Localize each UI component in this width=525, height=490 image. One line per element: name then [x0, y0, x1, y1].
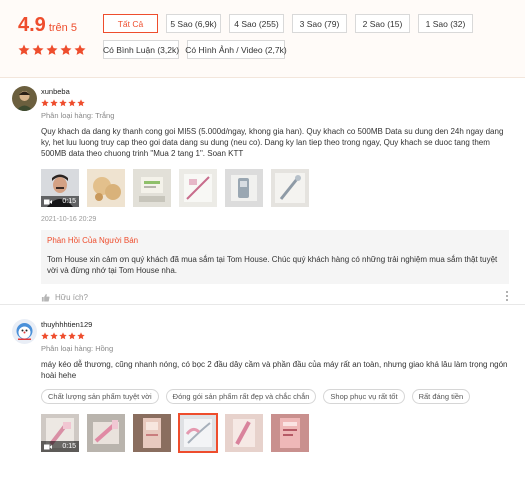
video-duration: 0:15 [62, 443, 76, 450]
review-video-thumbnail[interactable]: 0:15 [41, 414, 79, 452]
star-icon [46, 44, 58, 55]
video-indicator: 0:15 [41, 441, 79, 452]
review-image-thumbnail[interactable] [87, 414, 125, 452]
filter-star-button-5[interactable]: 1 Sao (32) [418, 14, 473, 33]
review-stars [41, 332, 509, 340]
video-camera-icon [44, 444, 52, 449]
review-image-thumbnail[interactable] [179, 169, 217, 207]
helpful-label: Hữu ích? [55, 293, 88, 302]
star-icon [60, 44, 72, 55]
video-indicator: 0:15 [41, 196, 79, 207]
review-tag: Đóng gói sản phẩm rất đẹp và chắc chắn [165, 389, 317, 404]
review-media: 0:15 [41, 413, 509, 453]
star-icon [77, 332, 85, 340]
avatar[interactable] [12, 319, 37, 344]
star-icon [50, 332, 58, 340]
review-image-thumbnail[interactable] [133, 169, 171, 207]
review-media: 0:15 [41, 169, 509, 207]
review-image-thumbnail[interactable] [133, 414, 171, 452]
review-body: xunbeba Phân loại hàng: Trắng Quy khach … [41, 87, 509, 302]
star-icon [68, 332, 76, 340]
review-tag: Shop phục vụ rất tốt [323, 389, 405, 404]
star-icon [41, 332, 49, 340]
review-filters: Tất Cả 5 Sao (6,9k) 4 Sao (255) 3 Sao (79) 2… [103, 14, 523, 59]
filter-content-button-0[interactable]: Có Bình Luận (3,2k) [103, 40, 179, 59]
thumbs-up-icon [41, 293, 50, 302]
filter-row-content: Có Bình Luận (3,2k) Có Hình Ảnh / Video (… [103, 40, 523, 59]
review-image-thumbnail[interactable] [271, 414, 309, 452]
star-icon [50, 99, 58, 107]
product-variation: Phân loại hàng: Hồng [41, 344, 114, 353]
helpful-button[interactable]: Hữu ích? [41, 293, 509, 302]
filter-content-button-1[interactable]: Có Hình Ảnh / Video (2,7k) [185, 40, 287, 59]
video-camera-icon [44, 199, 52, 204]
filter-star-button-0[interactable]: Tất Cả [103, 14, 158, 33]
review-tag: Rất đáng tiền [411, 389, 471, 404]
star-icon [77, 99, 85, 107]
filter-star-button-2[interactable]: 4 Sao (255) [229, 14, 284, 33]
overall-score: 4.9 trên 5 [18, 14, 88, 56]
star-icon [41, 99, 49, 107]
score-out-of: trên 5 [48, 22, 77, 34]
overall-stars [18, 44, 88, 56]
rating-summary: 4.9 trên 5 Tất Cả 5 Sao (6,9k) 4 Sao (255) 3… [0, 0, 525, 78]
review-timestamp: 2021-10-16 20:29 [41, 216, 97, 223]
review-tag: Chất lượng sản phẩm tuyệt vời [41, 389, 159, 404]
score-value: 4.9 [18, 14, 46, 36]
review-video-thumbnail[interactable]: 0:15 [41, 169, 79, 207]
review-tags: Chất lượng sản phẩm tuyệt vời Đóng gói sả… [41, 389, 509, 404]
review-image-thumbnail-selected[interactable] [178, 413, 218, 453]
star-icon [74, 44, 86, 55]
avatar[interactable] [12, 86, 37, 111]
review-image-thumbnail[interactable] [225, 169, 263, 207]
reviewer-name[interactable]: thuyhhhtien129 [41, 320, 509, 329]
review-text: Quy khach da dang ky thanh cong goi MI5S… [41, 127, 504, 158]
seller-reply: Phản Hồi Của Người Bán Tom House xin cảm… [41, 230, 509, 284]
seller-reply-title: Phản Hồi Của Người Bán [47, 236, 139, 245]
star-icon [32, 44, 44, 55]
filter-star-button-1[interactable]: 5 Sao (6,9k) [166, 14, 221, 33]
seller-reply-text: Tom House xin cảm ơn quý khách đã mua sắ… [47, 255, 498, 275]
review-text: máy kéo dễ thương, cũng nhanh nóng, có b… [41, 360, 508, 380]
more-options-icon[interactable] [506, 291, 509, 303]
filter-star-button-4[interactable]: 2 Sao (15) [355, 14, 410, 33]
review-stars [41, 99, 509, 107]
product-variation: Phân loại hàng: Trắng [41, 111, 115, 120]
reviewer-name[interactable]: xunbeba [41, 87, 509, 96]
review-image-thumbnail[interactable] [271, 169, 309, 207]
star-icon [68, 99, 76, 107]
review-image-thumbnail[interactable] [87, 169, 125, 207]
filter-row-stars: Tất Cả 5 Sao (6,9k) 4 Sao (255) 3 Sao (79) 2… [103, 14, 523, 33]
video-duration: 0:15 [62, 198, 76, 205]
filter-star-button-3[interactable]: 3 Sao (79) [292, 14, 347, 33]
review-body: thuyhhhtien129 Phân loại hàng: Hồng máy … [41, 320, 509, 453]
review-image-thumbnail[interactable] [225, 414, 263, 452]
star-icon [59, 332, 67, 340]
star-icon [59, 99, 67, 107]
review-divider [0, 304, 525, 305]
star-icon [18, 44, 30, 55]
